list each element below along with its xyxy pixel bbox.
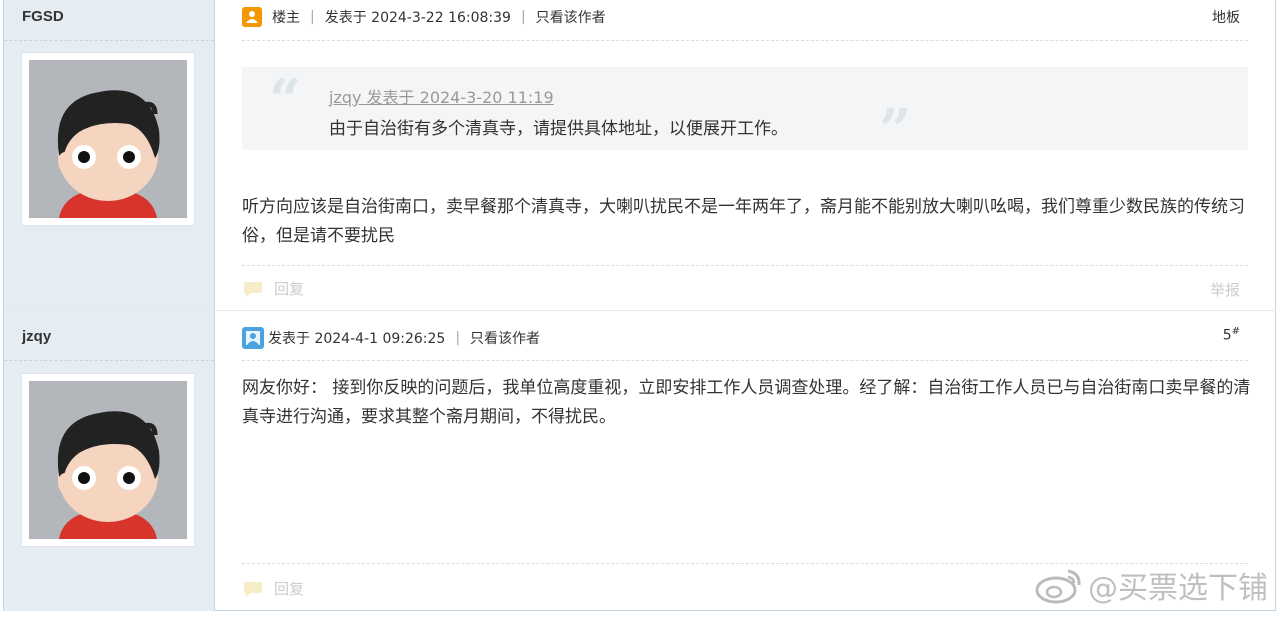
header-divider: |: [520, 9, 526, 25]
author-name-jzqy[interactable]: jzqy: [22, 328, 51, 345]
post-body: 网友你好： 接到你反映的问题后，我单位高度重视，立即安排工作人员调查处理。经了解…: [242, 378, 1251, 427]
floor-number-value: 5: [1222, 327, 1232, 344]
sidebar-divider: [4, 360, 214, 361]
only-author-link[interactable]: 只看该作者: [536, 7, 606, 27]
quote-source-link[interactable]: jzqy 发表于 2024-3-20 11:19: [329, 84, 554, 108]
floor-number[interactable]: 5#: [1223, 326, 1240, 344]
avatar-image: [29, 381, 187, 539]
author-name-fgsd[interactable]: FGSD: [22, 8, 64, 25]
sidebar-divider: [4, 40, 214, 41]
floor-number-suffix: #: [1231, 326, 1240, 337]
header-divider: |: [310, 9, 315, 25]
weibo-watermark: @买票选下铺: [1034, 563, 1268, 607]
report-link[interactable]: 举报: [1210, 279, 1240, 300]
quote-block: “ jzqy 发表于 2024-3-20 11:19 由于自治街有多个清真寺，请…: [242, 67, 1248, 163]
avatar-image: [29, 60, 187, 218]
header-separator: [242, 360, 1248, 361]
post-body: 听方向应该是自治街南口，卖早餐那个清真寺，大喇叭扰民不是一年两年了，斋月能不能别…: [242, 197, 1245, 246]
header-divider: |: [455, 330, 461, 346]
post-header: 楼主 | 发表于 2024-3-22 16:08:39 | 只看该作者: [242, 5, 606, 29]
avatar[interactable]: [22, 374, 194, 546]
user-profile-icon: [242, 327, 264, 349]
reply-button[interactable]: 回复: [242, 578, 304, 599]
reply-label: 回复: [274, 580, 305, 598]
open-quote-icon: “: [269, 67, 302, 133]
post-timestamp: 发表于 2024-3-22 16:08:39: [324, 10, 511, 26]
weibo-logo-icon: [1035, 569, 1081, 604]
floor-number[interactable]: 地板: [1212, 7, 1240, 27]
owner-badge-icon: [242, 7, 262, 27]
footer-separator: [242, 265, 1248, 266]
header-separator: [242, 40, 1248, 41]
avatar[interactable]: [22, 53, 194, 225]
reply-bubble-icon: [244, 581, 262, 597]
post-header: 发表于 2024-4-1 09:26:25 | 只看该作者: [242, 326, 540, 350]
watermark-text: @买票选下铺: [1088, 571, 1268, 606]
only-author-link[interactable]: 只看该作者: [470, 328, 540, 348]
close-quote-icon: ”: [879, 97, 912, 163]
reply-label: 回复: [274, 280, 305, 298]
quote-text: 由于自治街有多个清真寺，请提供具体地址，以便展开工作。: [329, 119, 788, 139]
reply-button[interactable]: 回复: [242, 278, 304, 299]
post-divider: [4, 310, 1276, 311]
post-timestamp: 发表于 2024-4-1 09:26:25: [268, 331, 446, 347]
thread-starter-label: 楼主: [272, 10, 300, 26]
reply-bubble-icon: [244, 281, 262, 297]
